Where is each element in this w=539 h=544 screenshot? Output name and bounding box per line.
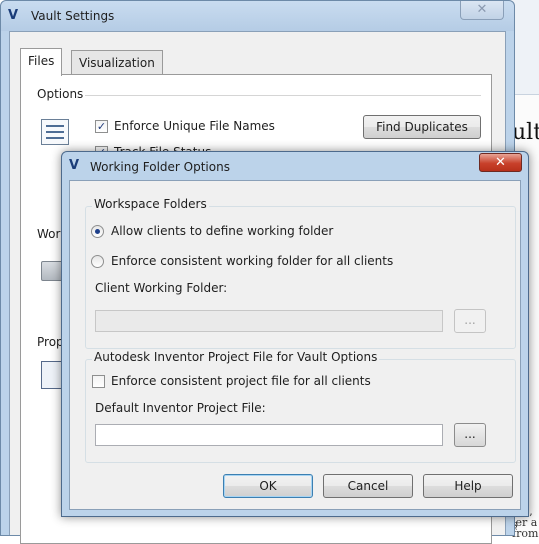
enforce-consistent-folder-radio[interactable] xyxy=(91,255,104,268)
client-working-folder-input[interactable] xyxy=(95,310,443,332)
checkbox-check-icon: ✓ xyxy=(96,120,107,133)
workspace-folders-legend: Workspace Folders xyxy=(92,197,209,211)
vault-settings-title: Vault Settings xyxy=(31,9,115,23)
inventor-project-legend: Autodesk Inventor Project File for Vault… xyxy=(92,350,380,364)
vault-logo-icon: V xyxy=(8,8,19,23)
enforce-consistent-folder-label: Enforce consistent working folder for al… xyxy=(111,254,394,268)
client-working-folder-browse-button[interactable]: ... xyxy=(454,309,486,333)
enforce-project-file-label: Enforce consistent project file for all … xyxy=(111,374,371,388)
working-folder-options-dialog: V Working Folder Options ✕ Workspace Fol… xyxy=(61,151,529,517)
background-app-text: ult xyxy=(512,120,539,145)
working-folder-options-body: Workspace Folders Allow clients to defin… xyxy=(69,180,521,510)
tab-label: Files xyxy=(28,54,55,68)
tab-label: Visualization xyxy=(79,56,155,70)
allow-clients-radio[interactable] xyxy=(91,225,104,238)
working-folder-options-title: Working Folder Options xyxy=(90,160,230,174)
vault-settings-close-button[interactable]: ✕ xyxy=(460,1,504,20)
background-app-text-line: from xyxy=(512,527,539,540)
project-group-label: Prop xyxy=(37,335,64,349)
default-project-file-label: Default Inventor Project File: xyxy=(95,401,266,415)
enforce-unique-file-names-checkbox[interactable]: ✓ xyxy=(95,120,108,133)
options-group-label: Options xyxy=(37,87,84,101)
vault-settings-titlebar[interactable]: V Vault Settings ✕ xyxy=(1,1,514,31)
tab-files[interactable]: Files xyxy=(20,48,63,76)
close-icon: ✕ xyxy=(495,155,506,170)
close-icon: ✕ xyxy=(476,2,488,17)
default-project-file-input[interactable] xyxy=(95,424,443,446)
tab-visualization[interactable]: Visualization xyxy=(71,50,163,75)
working-folder-options-close-button[interactable]: ✕ xyxy=(479,153,522,172)
default-project-file-browse-button[interactable]: ... xyxy=(454,423,486,447)
client-working-folder-label: Client Working Folder: xyxy=(95,281,228,295)
ok-button[interactable]: OK xyxy=(223,474,313,498)
cancel-button[interactable]: Cancel xyxy=(323,474,413,498)
vault-logo-icon: V xyxy=(69,158,80,173)
find-duplicates-button[interactable]: Find Duplicates xyxy=(363,115,481,139)
enforce-unique-file-names-label: Enforce Unique File Names xyxy=(114,119,275,133)
options-list-icon xyxy=(41,119,69,145)
options-group-divider xyxy=(85,95,481,96)
allow-clients-label: Allow clients to define working folder xyxy=(111,224,334,238)
help-button[interactable]: Help xyxy=(423,474,513,498)
enforce-project-file-checkbox[interactable] xyxy=(92,375,105,388)
